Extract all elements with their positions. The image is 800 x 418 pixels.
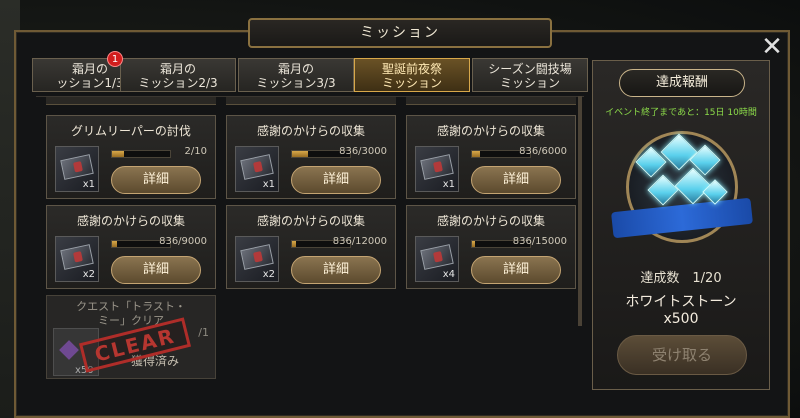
mission-card: グリムリーパーの討伐 x1 2/10 詳細: [46, 115, 216, 199]
tab-label-line2: ミッション: [381, 76, 442, 90]
reward-quantity: x2: [262, 269, 275, 280]
tab-label-line2: ミッション2/3: [138, 76, 218, 90]
reward-quantity: x4: [442, 269, 455, 280]
tab-label-line1: 霜月の: [277, 62, 314, 76]
detail-button[interactable]: 詳細: [291, 166, 381, 194]
tab-christmas-eve[interactable]: 聖誕前夜祭 ミッション: [354, 58, 470, 92]
tab-frost-3[interactable]: 霜月の ミッション3/3: [238, 58, 354, 92]
mission-title: 感謝のかけらの収集: [256, 124, 365, 138]
progress-text: 836/12000: [332, 236, 387, 247]
mission-title: グリムリーパーの討伐: [71, 124, 191, 138]
tab-frost-2[interactable]: 霜月の ミッション2/3: [120, 58, 236, 92]
tab-label-line2: ミッション3/3: [256, 76, 336, 90]
achievement-reward-title: 達成報酬: [619, 69, 745, 97]
mission-card: 感謝のかけらの収集 x1 836/6000 詳細: [406, 115, 576, 199]
progress-fill: [472, 241, 476, 247]
completed-mission-title: クエスト「トラスト・ ミー」クリア: [47, 300, 215, 328]
mission-list[interactable]: グリムリーパーの討伐 x1 2/10 詳細 感謝のかけらの収集 x1 836/3…: [36, 96, 584, 382]
reward-thumbnail: x2: [235, 236, 279, 282]
tab-label-line1: 聖誕前夜祭: [381, 62, 442, 76]
reward-name: ホワイトストーン: [625, 294, 737, 310]
progress-fill: [292, 241, 297, 247]
gem-icon: [59, 340, 79, 360]
detail-button[interactable]: 詳細: [291, 256, 381, 284]
ticket-icon: [420, 154, 454, 180]
card-edge: [46, 97, 216, 105]
reward-quantity: x2: [82, 269, 95, 280]
completed-title-line1: クエスト「トラスト・: [76, 300, 186, 313]
notification-badge: 1: [107, 51, 123, 67]
mission-card: 感謝のかけらの収集 x2 836/12000 詳細: [226, 205, 396, 289]
detail-button[interactable]: 詳細: [111, 256, 201, 284]
tab-label-line2: ミッション: [499, 76, 560, 90]
ticket-icon: [60, 154, 94, 180]
ticket-icon: [240, 244, 274, 270]
reward-quantity: x1: [262, 179, 275, 190]
card-edge: [406, 97, 576, 105]
white-stone-reward-icon: [611, 127, 753, 247]
tab-label-line1: 霜月の: [159, 62, 196, 76]
progress-text: 836/15000: [512, 236, 567, 247]
card-edge: [226, 97, 396, 105]
progress-text: 2/10: [184, 146, 207, 157]
mission-title: 感謝のかけらの収集: [436, 124, 545, 138]
progress-fill: [112, 151, 124, 157]
achievement-count: 達成数 1/20: [640, 271, 722, 286]
mission-title: 感謝のかけらの収集: [76, 214, 185, 228]
completed-mission-card: クエスト「トラスト・ ミー」クリア x50 /1 獲得済み CLEAR: [46, 295, 216, 379]
receive-button[interactable]: 受け取る: [617, 335, 747, 375]
mission-card: 感謝のかけらの収集 x2 836/9000 詳細: [46, 205, 216, 289]
mission-card: 感謝のかけらの収集 x1 836/3000 詳細: [226, 115, 396, 199]
event-countdown: イベント終了まであと：15日 10時間: [605, 108, 757, 118]
reward-panel: 達成報酬 イベント終了まであと：15日 10時間 達成数 1/20 ホワイトスト…: [592, 60, 770, 390]
progress-text: /1: [198, 326, 209, 339]
progress-text: 836/9000: [159, 236, 207, 247]
progress-fill: [472, 151, 481, 157]
mission-title: 感謝のかけらの収集: [256, 214, 365, 228]
progress-fill: [112, 241, 118, 247]
reward-quantity: x1: [82, 179, 95, 190]
window-title: ミッション: [248, 18, 552, 48]
ticket-icon: [240, 154, 274, 180]
tab-season-arena[interactable]: シーズン闘技場 ミッション: [472, 58, 588, 92]
ticket-icon: [420, 244, 454, 270]
tab-label-line1: シーズン闘技場: [488, 62, 572, 76]
progress-fill: [292, 151, 309, 157]
reward-thumbnail: x1: [55, 146, 99, 192]
detail-button[interactable]: 詳細: [471, 166, 561, 194]
reward-thumbnail: x1: [415, 146, 459, 192]
progress-text: 836/6000: [519, 146, 567, 157]
reward-quantity: x1: [442, 179, 455, 190]
progress-text: 836/3000: [339, 146, 387, 157]
ticket-icon: [60, 244, 94, 270]
progress-bar: [111, 150, 171, 158]
mission-title: 感謝のかけらの収集: [436, 214, 545, 228]
detail-button[interactable]: 詳細: [471, 256, 561, 284]
close-button[interactable]: ✕: [760, 34, 784, 60]
mission-card: 感謝のかけらの収集 x4 836/15000 詳細: [406, 205, 576, 289]
reward-thumbnail: x2: [55, 236, 99, 282]
reward-thumbnail: x1: [235, 146, 279, 192]
scrollbar[interactable]: [578, 96, 582, 326]
completed-title-line2: ミー」クリア: [98, 314, 164, 327]
detail-button[interactable]: 詳細: [111, 166, 201, 194]
reward-quantity: x500: [663, 311, 699, 327]
reward-thumbnail: x4: [415, 236, 459, 282]
